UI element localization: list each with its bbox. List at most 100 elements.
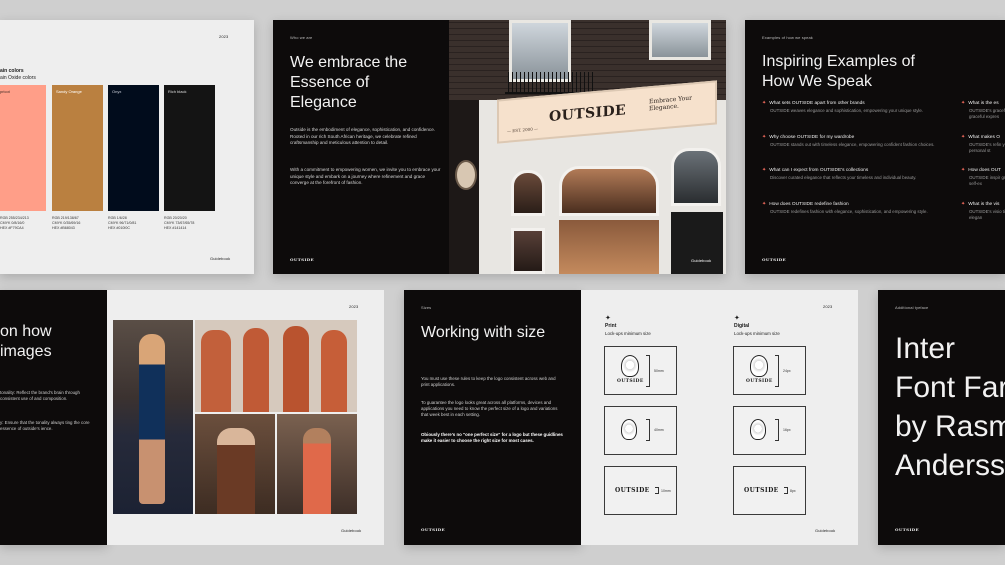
lion-emblem-icon — [621, 419, 637, 440]
section-subtitle: Lock-ups minimum size — [734, 331, 780, 336]
qa-question: What sets OUTSIDE apart from other brand… — [769, 101, 865, 106]
slide-paragraph: Obiously there's no "one perfect size" f… — [421, 432, 563, 443]
slide-year: 2023 — [219, 34, 229, 39]
swatch-spec: RGB 255/234/213 CMYK 0/8/16/0 HEX #F79CA… — [0, 216, 29, 230]
slide-who-we-are[interactable]: Who we are We embrace the Essence of Ele… — [273, 20, 726, 274]
swatch-apricot: pricot — [0, 85, 46, 211]
photo-blue-dress — [113, 320, 193, 514]
sparkle-icon: ✦ — [762, 167, 767, 173]
sparkle-icon: ✦ — [961, 134, 966, 140]
qa-item: ✦ Why choose OUTSIDE for my wardrobe OUTS… — [762, 135, 952, 148]
swatch-label: Onyx — [112, 89, 122, 94]
emblem-wordmark: OUTSIDE — [617, 379, 644, 384]
slide-lockups[interactable]: 2023 ✦ Print Lock-ups minimum size ✦ Dig… — [581, 290, 858, 545]
slide-footer: Guidebook — [341, 528, 362, 533]
photo-fur-coat — [195, 414, 275, 514]
sparkle-icon: ✦ — [961, 167, 966, 173]
shop-doorway — [559, 220, 659, 274]
emblem-wordmark: OUTSIDE — [615, 487, 650, 494]
qa-item: ✦How does OUT OUTSIDE inspir graceful se… — [961, 168, 1005, 187]
lockup-print-large: OUTSIDE 50mm — [604, 346, 677, 395]
slide-eyebrow: Examples of how we speak — [762, 35, 813, 40]
balcony-railing — [505, 72, 595, 94]
size-label: 8px — [790, 489, 796, 493]
slide-title: Working with size — [421, 324, 546, 341]
qa-question: How does OUTSIDE redefine fashion — [769, 202, 849, 207]
sparkle-icon: ✦ — [762, 134, 767, 140]
size-bracket — [784, 487, 788, 494]
typeface-line: Inter — [895, 332, 956, 365]
slide-footer: Guidebook — [210, 256, 231, 261]
model-figure — [303, 428, 331, 514]
sparkle-icon: ✦ — [961, 201, 966, 207]
slide-paragraph: y: Ensure that the tonality always ting … — [0, 420, 90, 431]
swatch-rich-black: Rich black — [164, 85, 215, 211]
shop-door — [671, 212, 723, 274]
typeface-line: Anderss — [895, 449, 1005, 482]
model-figure — [321, 330, 347, 412]
sign-est: — EST. 2000 — — [507, 126, 539, 134]
size-bracket — [646, 355, 650, 387]
slide-images-gallery[interactable]: 2023 Guidebook — [107, 290, 384, 545]
slide-paragraph: With a commitment to empowering women, w… — [290, 167, 441, 186]
photo-stairs — [277, 414, 357, 514]
qa-answer: OUTSIDE inspir graceful self-ex — [969, 175, 1005, 186]
lion-emblem-icon — [750, 355, 768, 377]
qa-answer: OUTSIDE's gracef graceful expres — [969, 108, 1005, 119]
slide-working-with-size[interactable]: Sizes Working with size You must use the… — [404, 290, 581, 545]
slide-images-left[interactable]: on how images tonality: Reflect the bran… — [0, 290, 107, 545]
slide-year: 2023 — [349, 304, 359, 309]
qa-answer: OUTSIDE weaves elegance and sophisticati… — [770, 108, 924, 113]
swatch-label: Rich black — [168, 89, 187, 94]
slide-additional-typeface[interactable]: Additional tyeface Inter Font Far by Ras… — [878, 290, 1005, 545]
qa-answer: OUTSIDE's visio timeless elegan — [969, 209, 1005, 220]
storefront-photo: — EST. 2000 — OUTSIDE Embrace Your Elega… — [449, 20, 726, 274]
qa-question: How does OUT — [968, 168, 1001, 173]
slide-footer: Guidebook — [691, 258, 712, 263]
slide-title: We embrace the Essence of Elegance — [290, 54, 408, 111]
brand-logo: OUTSIDE — [762, 257, 787, 262]
sparkle-icon: ✦ — [762, 100, 767, 106]
slide-how-we-speak[interactable]: Examples of how we speak Inspiring Examp… — [745, 20, 1005, 274]
slide-paragraph: tonality: Reflect the brand's brain thro… — [0, 390, 80, 401]
lockup-digital-medium: 16px — [733, 406, 806, 455]
lockup-print-medium: 40mm — [604, 406, 677, 455]
lockup-print-wordmark: OUTSIDE 10mm — [604, 466, 677, 515]
brand-logo: OUTSIDE — [290, 257, 315, 262]
slide-subheading: ain Oxide colors — [0, 75, 36, 81]
section-title-print: Print — [605, 323, 617, 329]
lower-window — [511, 228, 545, 274]
brand-logo: OUTSIDE — [421, 527, 446, 532]
qa-item: ✦What is the vis OUTSIDE's visio timeles… — [961, 202, 1005, 221]
qa-question: Why choose OUTSIDE for my wardrobe — [769, 135, 855, 140]
lockup-digital-wordmark: OUTSIDE 8px — [733, 466, 806, 515]
typeface-line: Font Far — [895, 371, 1005, 404]
sign-brand: OUTSIDE — [549, 102, 627, 126]
shop-window — [559, 166, 659, 216]
slide-heading: ain colors — [0, 68, 24, 74]
qa-answer: OUTSIDE redefines fashion with elegance,… — [770, 209, 928, 214]
swatch-label: Sandy Orange — [56, 89, 82, 94]
qa-answer: OUTSIDE's refin your personal st — [969, 142, 1005, 153]
swatch-label: pricot — [0, 89, 10, 94]
typeface-line: by Rasm — [895, 410, 1005, 443]
photo-group-orange — [195, 320, 357, 412]
size-bracket — [775, 355, 779, 387]
section-title-digital: Digital — [734, 323, 750, 329]
slide-paragraph: You must use these rules to keep the log… — [421, 376, 556, 387]
slide-footer: Guidebook — [815, 528, 836, 533]
size-label: 40mm — [654, 428, 664, 432]
slide-paragraph: To guarantee the logo looks great across… — [421, 400, 558, 417]
qa-answer: OUTSIDE stands out with timeless eleganc… — [770, 142, 935, 147]
slide-main-colors[interactable]: 2023 ain colors ain Oxide colors pricot … — [0, 20, 254, 274]
size-label: 24px — [783, 369, 791, 373]
lion-emblem-icon — [750, 419, 766, 440]
swatch-spec: RGB 20/20/20 CMYK 73/67/65/78 HEX #14141… — [164, 216, 195, 230]
slide-title: Inspiring Examples of How We Speak — [762, 53, 915, 90]
swatch-spec: RGB 219/138/67 CMYK 0/35/69/16 HEX #B680… — [52, 216, 81, 230]
qa-question: What makes O — [968, 135, 1000, 140]
shop-window — [511, 170, 545, 216]
qa-item: ✦ What can I expect from OUTSIDE's collec… — [762, 168, 952, 181]
qa-item: ✦ What sets OUTSIDE apart from other bran… — [762, 101, 952, 114]
size-bracket — [775, 419, 779, 441]
